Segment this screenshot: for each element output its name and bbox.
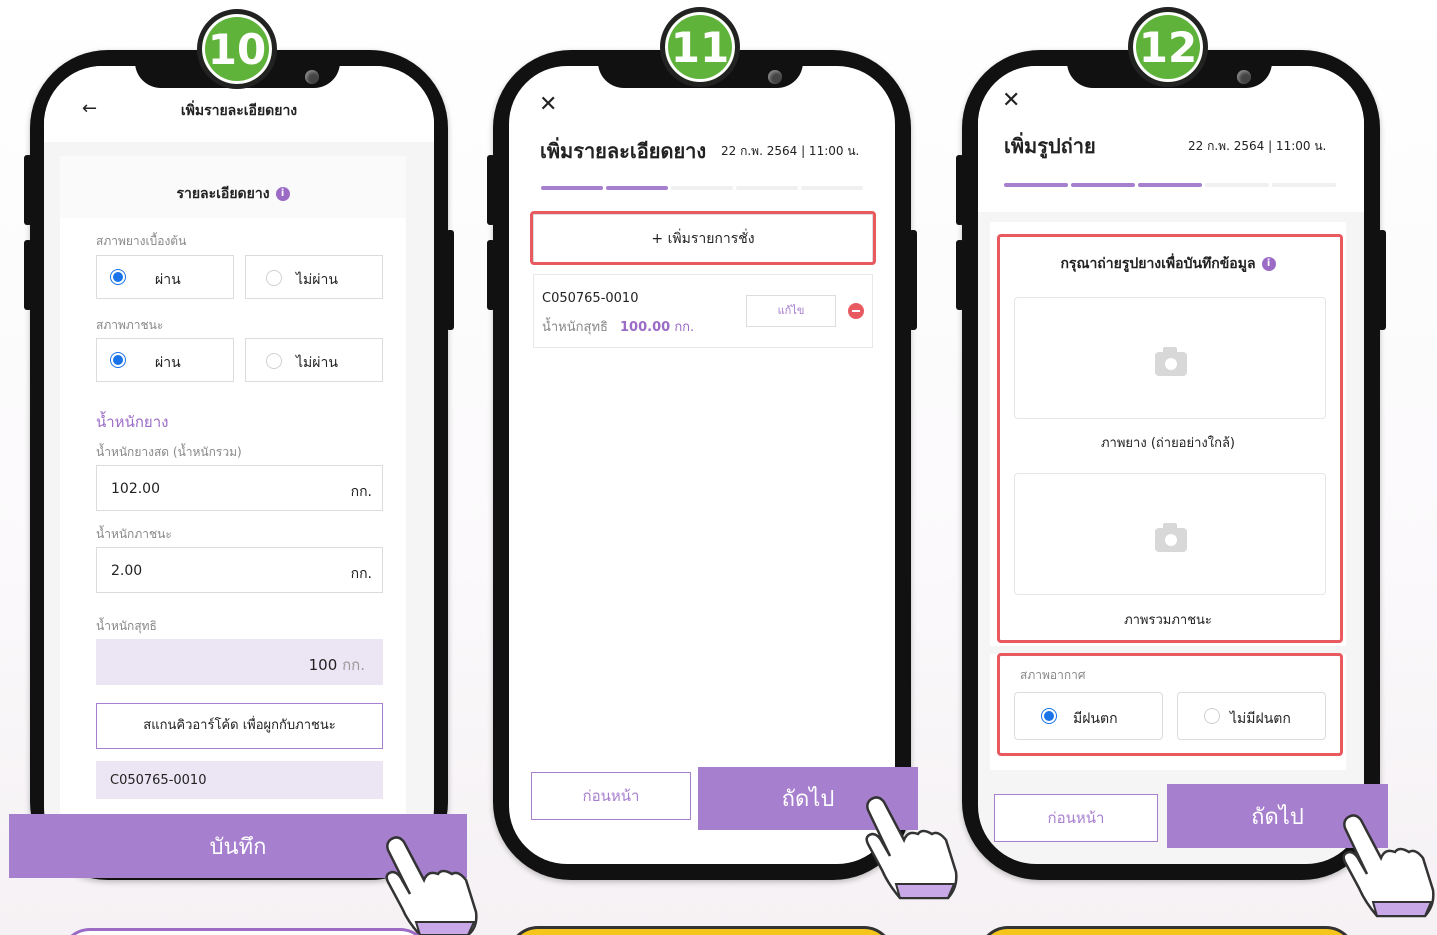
page-title: เพิ่มรายละเอียดยาง [180, 103, 298, 119]
progress-segment [1138, 183, 1202, 187]
phone-side-button [1378, 230, 1386, 330]
radio-empty-icon[interactable] [266, 270, 282, 286]
unit-label: กก. [350, 566, 372, 582]
fresh-weight-value: 102.00 [111, 481, 160, 497]
date-time: 22 ก.พ. 2564 | 11:00 น. [721, 142, 859, 161]
weighing-item-card: C050765-0010 น้ำหนักสุทธิ 100.00 กก. แก้… [533, 274, 873, 348]
date-time: 22 ก.พ. 2564 | 11:00 น. [1188, 137, 1326, 156]
step-progress-bar [1004, 183, 1336, 187]
radio-selected-icon[interactable] [110, 269, 126, 285]
net-weight-label: น้ำหนักสุทธิ [96, 619, 157, 633]
date-text: 22 ก.พ. 2564 [1188, 139, 1265, 153]
item-code: C050765-0010 [542, 291, 639, 306]
highlight-weather-section [997, 653, 1343, 756]
option-label: ไม่ผ่าน [296, 355, 338, 371]
caption-tab [508, 926, 894, 935]
remove-icon[interactable] [848, 303, 864, 319]
item-net-weight: 100.00 กก. [620, 316, 694, 337]
highlight-photo-section [997, 234, 1343, 643]
phone-side-button [956, 155, 964, 225]
caption-tab [978, 926, 1356, 935]
item-net-value: 100.00 [620, 320, 671, 335]
step-badge-12: 12 [1128, 7, 1208, 87]
progress-segment [1004, 183, 1068, 187]
radio-empty-icon[interactable] [266, 353, 282, 369]
pointer-hand-icon [1342, 814, 1435, 918]
back-button[interactable]: ก่อนหน้า [994, 794, 1158, 842]
container-weight-value: 2.00 [111, 563, 143, 579]
container-pass-option[interactable]: ผ่าน [96, 338, 234, 382]
close-icon[interactable]: ✕ [539, 92, 557, 117]
net-weight-number: 100 [308, 656, 338, 674]
phone-side-button [24, 240, 32, 310]
unit-label: กก. [342, 656, 365, 674]
progress-segment [1272, 183, 1336, 187]
option-label: ผ่าน [155, 355, 181, 371]
screen-step-11: ✕ เพิ่มรายละเอียดยาง 22 ก.พ. 2564 | 11:0… [509, 66, 895, 864]
pointer-hand-icon [385, 836, 478, 935]
minus-bar [852, 310, 860, 312]
progress-segment [801, 186, 863, 190]
weight-heading: น้ำหนักยาง [96, 413, 169, 431]
step-progress-bar [541, 186, 863, 190]
phone-side-button [956, 240, 964, 310]
highlight-add-weighing [530, 211, 876, 265]
item-unit: กก. [674, 320, 695, 335]
option-label: ผ่าน [155, 272, 181, 288]
rubber-pass-option[interactable]: ผ่าน [96, 255, 234, 299]
net-weight-field: 100 กก. [96, 639, 383, 685]
edit-button[interactable]: แก้ไข [746, 295, 836, 327]
net-weight-value: 100 กก. [309, 653, 365, 677]
progress-segment [1205, 183, 1269, 187]
close-icon[interactable]: ✕ [1002, 88, 1020, 113]
caption-tab [60, 928, 430, 935]
progress-segment [1071, 183, 1135, 187]
progress-segment [541, 186, 603, 190]
fresh-weight-label: น้ำหนักยางสด (น้ำหนักรวม) [96, 445, 242, 459]
container-code: C050765-0010 [110, 773, 207, 788]
time-text: | 11:00 น. [801, 144, 860, 158]
progress-segment [736, 186, 798, 190]
step-badge-10: 10 [197, 9, 277, 89]
radio-selected-icon[interactable] [110, 352, 126, 368]
container-code-field: C050765-0010 [96, 761, 383, 799]
page-title: เพิ่มรูปถ่าย [1004, 134, 1096, 158]
container-fail-option[interactable]: ไม่ผ่าน [245, 338, 383, 382]
page-title: เพิ่มรายละเอียดยาง [540, 139, 707, 163]
container-weight-input[interactable]: 2.00 กก. [96, 547, 383, 593]
progress-segment [606, 186, 668, 190]
fresh-weight-input[interactable]: 102.00 กก. [96, 465, 383, 511]
front-camera [768, 70, 782, 84]
section-title: รายละเอียดยาง i [60, 183, 406, 205]
progress-segment [671, 186, 733, 190]
screen-step-10: ← เพิ่มรายละเอียดยาง รายละเอียดยาง i สภาพ… [44, 66, 434, 866]
unit-label: กก. [350, 484, 372, 500]
front-camera [1237, 70, 1251, 84]
item-net-label: น้ำหนักสุทธิ [542, 320, 608, 335]
phone-side-button [24, 155, 32, 225]
option-label: ไม่ผ่าน [296, 272, 338, 288]
phone-side-button [446, 230, 454, 330]
info-icon[interactable]: i [275, 187, 290, 201]
phone-side-button [909, 230, 917, 330]
scan-qr-button[interactable]: สแกนคิวอาร์โค้ด เพื่อผูกกับภาชนะ [96, 703, 383, 749]
phone-side-button [487, 155, 495, 225]
container-condition-label: สภาพภาชนะ [96, 318, 164, 332]
phone-side-button [487, 240, 495, 310]
rubber-fail-option[interactable]: ไม่ผ่าน [245, 255, 383, 299]
rubber-condition-label: สภาพยางเบื้องต้น [96, 234, 187, 248]
back-button[interactable]: ก่อนหน้า [531, 772, 691, 820]
date-text: 22 ก.พ. 2564 [721, 144, 798, 158]
step-badge-11: 11 [660, 7, 740, 87]
container-weight-label: น้ำหนักภาชนะ [96, 527, 172, 541]
pointer-hand-icon [865, 796, 958, 900]
time-text: | 11:00 น. [1268, 139, 1327, 153]
section-title-text: รายละเอียดยาง [176, 186, 270, 202]
front-camera [305, 70, 319, 84]
